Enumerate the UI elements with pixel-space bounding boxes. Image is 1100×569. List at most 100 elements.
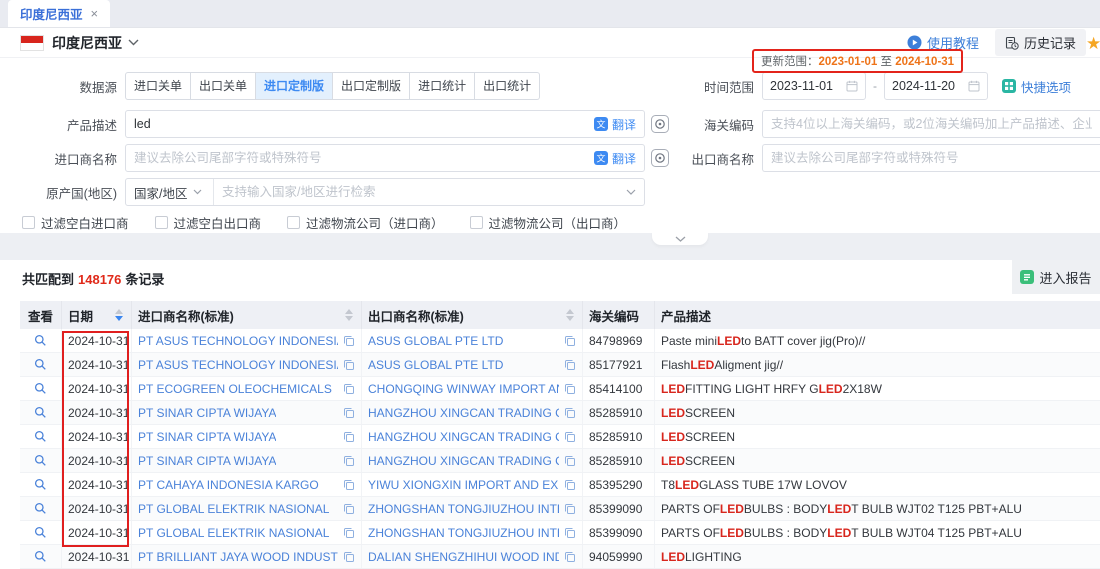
translate-button[interactable]: 文 翻译: [594, 150, 636, 167]
data-source-tab[interactable]: 出口统计: [475, 72, 540, 100]
copy-icon[interactable]: [338, 527, 355, 539]
quick-options-icon: [1002, 79, 1016, 93]
sort-icons[interactable]: [115, 309, 125, 321]
exporter-link[interactable]: HANGZHOU XINGCAN TRADING CO LTD: [368, 430, 559, 444]
importer-name-input[interactable]: [134, 151, 594, 165]
copy-icon[interactable]: [338, 335, 355, 347]
view-record-button[interactable]: [34, 454, 47, 467]
data-source-tab[interactable]: 进口统计: [410, 72, 475, 100]
copy-icon[interactable]: [559, 335, 576, 347]
importer-link[interactable]: PT ASUS TECHNOLOGY INDONESIA BA...: [138, 334, 338, 348]
checkbox-box[interactable]: [470, 216, 483, 229]
exporter-name-input[interactable]: [771, 151, 1092, 165]
filter-checkbox[interactable]: 过滤空白进口商: [22, 213, 129, 232]
exporter-link[interactable]: DALIAN SHENGZHIHUI WOOD INDUST...: [368, 550, 559, 564]
origin-country-label: 原产国(地区): [0, 183, 125, 202]
sort-icons[interactable]: [345, 309, 355, 321]
data-source-tab[interactable]: 进口关单: [125, 72, 191, 100]
exporter-link[interactable]: ASUS GLOBAL PTE LTD: [368, 358, 503, 372]
importer-link[interactable]: PT SINAR CIPTA WIJAYA: [138, 454, 276, 468]
enter-report-button[interactable]: 进入报告: [1012, 260, 1100, 294]
importer-link[interactable]: PT SINAR CIPTA WIJAYA: [138, 406, 276, 420]
exporter-link[interactable]: HANGZHOU XINGCAN TRADING CO LTD: [368, 406, 559, 420]
product-desc-input[interactable]: [134, 117, 594, 131]
table-header: 查看日期进口商名称(标准)出口商名称(标准)海关编码产品描述: [20, 301, 1100, 329]
exporter-link[interactable]: CHONGQING WINWAY IMPORT AND E...: [368, 382, 559, 396]
copy-icon[interactable]: [559, 503, 576, 515]
translate-icon: 文: [594, 117, 608, 131]
copy-icon[interactable]: [559, 407, 576, 419]
end-date-input[interactable]: 2024-11-20: [884, 72, 988, 100]
favorite-star-icon[interactable]: ★: [1086, 34, 1100, 54]
history-button[interactable]: 历史记录: [995, 29, 1086, 56]
view-record-button[interactable]: [34, 406, 47, 419]
country-selector[interactable]: 印度尼西亚: [52, 33, 122, 53]
exporter-link[interactable]: HANGZHOU XINGCAN TRADING CO LTD: [368, 454, 559, 468]
exact-match-icon[interactable]: [651, 149, 669, 167]
close-tab-icon[interactable]: ×: [91, 6, 99, 21]
chevron-down-icon[interactable]: [626, 189, 636, 195]
copy-icon[interactable]: [559, 383, 576, 395]
checkbox-box[interactable]: [155, 216, 168, 229]
translate-button[interactable]: 文 翻译: [594, 116, 636, 133]
importer-link[interactable]: PT GLOBAL ELEKTRIK NASIONAL: [138, 502, 329, 516]
copy-icon[interactable]: [559, 359, 576, 371]
copy-icon[interactable]: [338, 359, 355, 371]
sort-icons[interactable]: [566, 309, 576, 321]
hs-code-input[interactable]: [771, 117, 1092, 131]
indonesia-flag-icon: [20, 35, 44, 51]
importer-link[interactable]: PT GLOBAL ELEKTRIK NASIONAL: [138, 526, 329, 540]
column-header[interactable]: 出口商名称(标准): [362, 301, 583, 329]
data-source-tab[interactable]: 进口定制版: [256, 72, 333, 100]
exporter-link[interactable]: YIWU XIONGXIN IMPORT AND EXPORT...: [368, 478, 559, 492]
start-date-input[interactable]: 2023-11-01: [762, 72, 866, 100]
exporter-link[interactable]: ZHONGSHAN TONGJIUZHOU INTERNA...: [368, 526, 559, 540]
copy-icon[interactable]: [559, 431, 576, 443]
copy-icon[interactable]: [338, 431, 355, 443]
checkbox-box[interactable]: [22, 216, 35, 229]
view-record-button[interactable]: [34, 526, 47, 539]
origin-type-select[interactable]: 国家/地区: [126, 179, 214, 205]
filter-checkbox[interactable]: 过滤空白出口商: [155, 213, 262, 232]
filter-checkboxes: 过滤空白进口商 过滤空白出口商 过滤物流公司（进口商） 过滤物流公司（出口商）: [0, 214, 1100, 230]
copy-icon[interactable]: [338, 479, 355, 491]
exporter-link[interactable]: ASUS GLOBAL PTE LTD: [368, 334, 503, 348]
country-tab[interactable]: 印度尼西亚 ×: [8, 0, 110, 27]
origin-country-input[interactable]: [214, 185, 626, 199]
data-source-tab[interactable]: 出口定制版: [333, 72, 410, 100]
view-record-button[interactable]: [34, 358, 47, 371]
checkbox-box[interactable]: [287, 216, 300, 229]
copy-icon[interactable]: [338, 383, 355, 395]
view-record-button[interactable]: [34, 430, 47, 443]
copy-icon[interactable]: [338, 455, 355, 467]
column-header[interactable]: 日期: [62, 301, 132, 329]
collapse-panel-button[interactable]: [652, 232, 708, 245]
copy-icon[interactable]: [559, 455, 576, 467]
view-record-button[interactable]: [34, 382, 47, 395]
copy-icon[interactable]: [559, 479, 576, 491]
exporter-link[interactable]: ZHONGSHAN TONGJIUZHOU INTERNA...: [368, 502, 559, 516]
importer-link[interactable]: PT CAHAYA INDONESIA KARGO: [138, 478, 319, 492]
date-cell: 2024-10-31: [62, 377, 132, 400]
view-record-button[interactable]: [34, 334, 47, 347]
chevron-down-icon[interactable]: [128, 39, 139, 46]
filter-checkbox[interactable]: 过滤物流公司（进口商）: [287, 213, 444, 232]
importer-link[interactable]: PT SINAR CIPTA WIJAYA: [138, 430, 276, 444]
filter-checkbox[interactable]: 过滤物流公司（出口商）: [470, 213, 627, 232]
copy-icon[interactable]: [338, 407, 355, 419]
exact-match-icon[interactable]: [651, 115, 669, 133]
column-header[interactable]: 进口商名称(标准): [132, 301, 362, 329]
chevron-down-icon: [193, 189, 202, 195]
copy-icon[interactable]: [559, 527, 576, 539]
importer-link[interactable]: PT ASUS TECHNOLOGY INDONESIA BA...: [138, 358, 338, 372]
copy-icon[interactable]: [338, 503, 355, 515]
view-record-button[interactable]: [34, 502, 47, 515]
view-record-button[interactable]: [34, 550, 47, 563]
importer-link[interactable]: PT BRILLIANT JAYA WOOD INDUSTRY: [138, 550, 338, 564]
data-source-tab[interactable]: 出口关单: [191, 72, 256, 100]
copy-icon[interactable]: [559, 551, 576, 563]
quick-options-link[interactable]: 快捷选项: [1002, 77, 1071, 96]
importer-link[interactable]: PT ECOGREEN OLEOCHEMICALS: [138, 382, 332, 396]
view-record-button[interactable]: [34, 478, 47, 491]
copy-icon[interactable]: [338, 551, 355, 563]
